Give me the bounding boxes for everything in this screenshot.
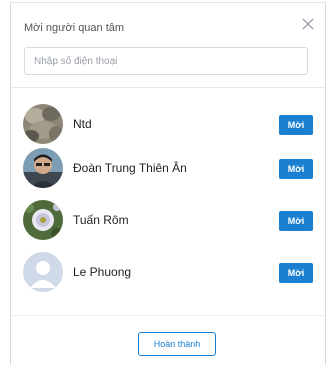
contact-row: Le Phuong Mời xyxy=(23,252,313,292)
invite-dialog: Mời người quan tâm Ntd Mời xyxy=(10,2,326,365)
default-user-icon xyxy=(23,252,63,292)
contact-row: Đoàn Trung Thiên Ân Mời xyxy=(23,148,313,188)
done-button[interactable]: Hoàn thành xyxy=(138,332,216,356)
contact-name: Ntd xyxy=(73,117,92,131)
contact-row: Tuấn Rôm Mời xyxy=(23,200,313,240)
phone-search-input[interactable] xyxy=(24,47,308,75)
avatar xyxy=(23,148,63,188)
close-icon[interactable] xyxy=(300,16,316,32)
avatar xyxy=(23,104,63,144)
contact-name: Le Phuong xyxy=(73,265,132,279)
dialog-title: Mời người quan tâm xyxy=(24,22,125,34)
invite-button[interactable]: Mời xyxy=(279,115,313,135)
invite-button[interactable]: Mời xyxy=(279,211,313,231)
contact-name: Đoàn Trung Thiên Ân xyxy=(73,161,187,175)
invite-button[interactable]: Mời xyxy=(279,263,313,283)
avatar xyxy=(23,200,63,240)
invite-button[interactable]: Mời xyxy=(279,159,313,179)
contact-row: Ntd Mời xyxy=(23,104,313,144)
contact-name: Tuấn Rôm xyxy=(73,213,129,227)
header-divider xyxy=(11,87,325,88)
footer-divider xyxy=(11,315,325,316)
